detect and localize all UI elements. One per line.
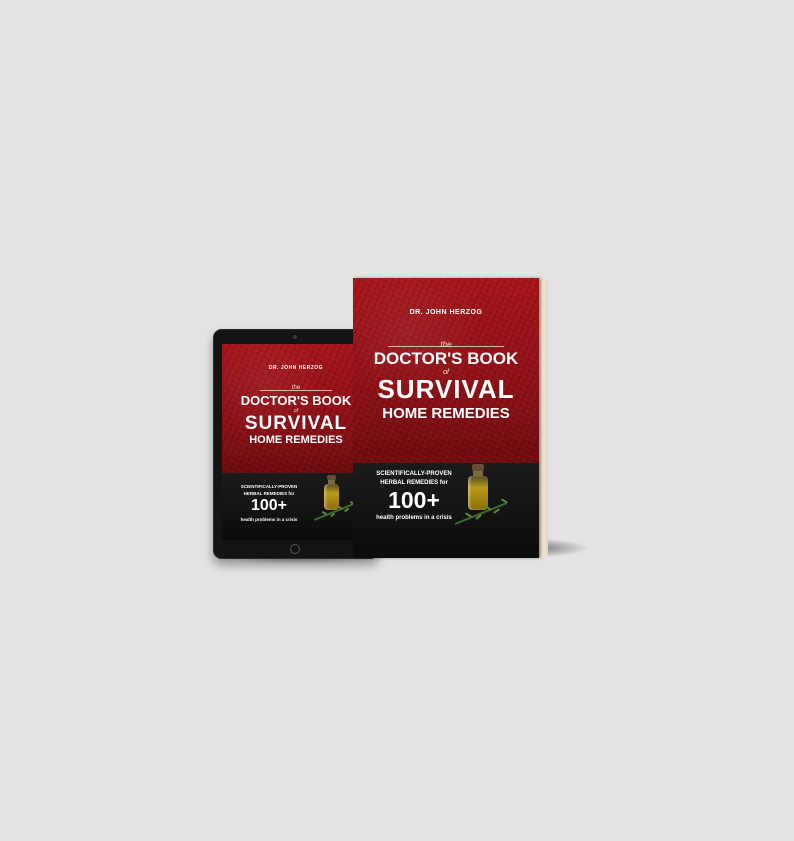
print-cover: DR. JOHN HERZOG the DOCTOR'S BOOK of SUR… xyxy=(353,278,539,558)
cover-count: 100+ xyxy=(388,487,440,513)
cover-tagline-2: HERBAL REMEDIES for xyxy=(243,491,295,496)
cover-the: the xyxy=(291,385,301,391)
cover-tagline-2: HERBAL REMEDIES for xyxy=(380,480,448,486)
home-button-icon xyxy=(290,544,300,554)
product-mockup-scene: DR. JOHN HERZOG the DOCTOR'S BOOK of SUR… xyxy=(0,0,794,841)
cover-tagline-1: SCIENTIFICALLY-PROVEN xyxy=(240,484,298,489)
cover-title-line1: DOCTOR'S BOOK xyxy=(240,393,352,408)
cover-author: DR. JOHN HERZOG xyxy=(268,365,324,371)
tablet-screen-cover: DR. JOHN HERZOG the DOCTOR'S BOOK of SUR… xyxy=(222,344,370,540)
ebook-cover: DR. JOHN HERZOG the DOCTOR'S BOOK of SUR… xyxy=(222,344,370,540)
paperback-book: DR. JOHN HERZOG the DOCTOR'S BOOK of SUR… xyxy=(353,278,548,558)
cover-count: 100+ xyxy=(250,497,288,514)
camera-icon xyxy=(293,335,297,339)
cover-tagline-1: SCIENTIFICALLY-PROVEN xyxy=(376,471,452,477)
cover-tagline-3: health problems in a crisis xyxy=(376,515,452,521)
cover-title-line3: HOME REMEDIES xyxy=(249,434,343,446)
cover-title-line2: SURVIVAL xyxy=(377,374,515,404)
cover-title-line2: SURVIVAL xyxy=(244,413,348,434)
paperback-cover: DR. JOHN HERZOG the DOCTOR'S BOOK of SUR… xyxy=(353,278,539,558)
cover-author: DR. JOHN HERZOG xyxy=(409,309,483,316)
cover-title-line3: HOME REMEDIES xyxy=(382,405,510,422)
cover-the: the xyxy=(440,340,452,349)
cover-tagline-3: health problems in a crisis xyxy=(240,517,298,522)
book-page-edges xyxy=(538,280,548,557)
cover-title-line1: DOCTOR'S BOOK xyxy=(373,349,519,368)
